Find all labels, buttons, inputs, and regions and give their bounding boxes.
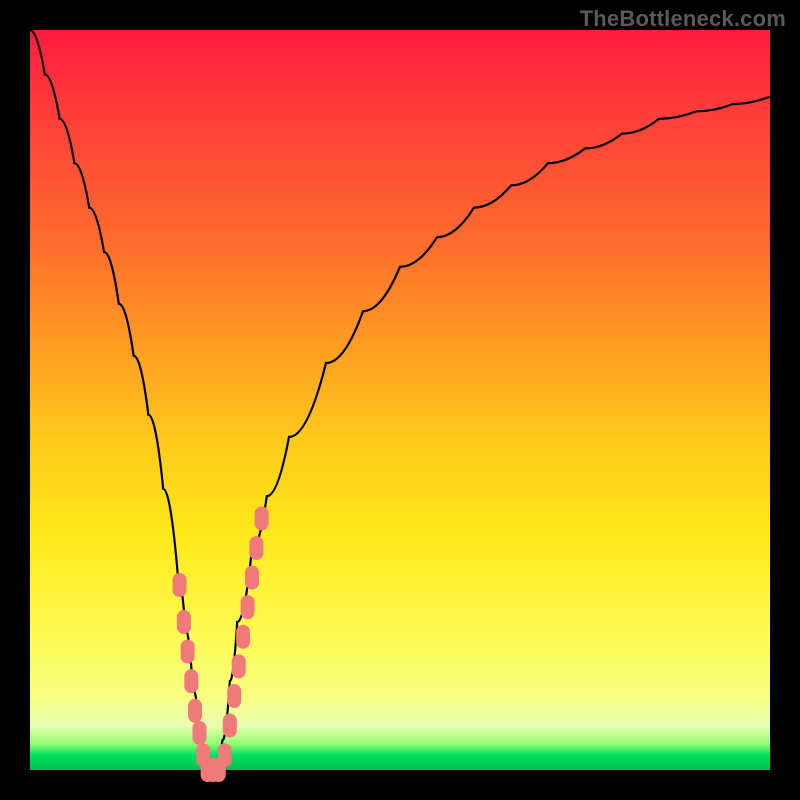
curve-path xyxy=(30,30,770,770)
marker-point xyxy=(188,699,202,723)
marker-point xyxy=(236,625,250,649)
watermark-text: TheBottleneck.com xyxy=(580,6,786,32)
marker-point xyxy=(255,506,269,530)
marker-point xyxy=(227,684,241,708)
marker-point xyxy=(245,566,259,590)
marker-point xyxy=(249,536,263,560)
chart-frame: TheBottleneck.com xyxy=(0,0,800,800)
marker-point xyxy=(241,595,255,619)
marker-point xyxy=(181,640,195,664)
marker-point xyxy=(232,654,246,678)
plot-area xyxy=(30,30,770,770)
marker-point xyxy=(218,743,232,767)
bottleneck-curve xyxy=(30,30,770,770)
marker-point xyxy=(223,714,237,738)
curve-svg xyxy=(30,30,770,770)
marker-group xyxy=(173,506,269,782)
marker-point xyxy=(184,669,198,693)
marker-point xyxy=(177,610,191,634)
marker-point xyxy=(193,721,207,745)
marker-point xyxy=(173,573,187,597)
